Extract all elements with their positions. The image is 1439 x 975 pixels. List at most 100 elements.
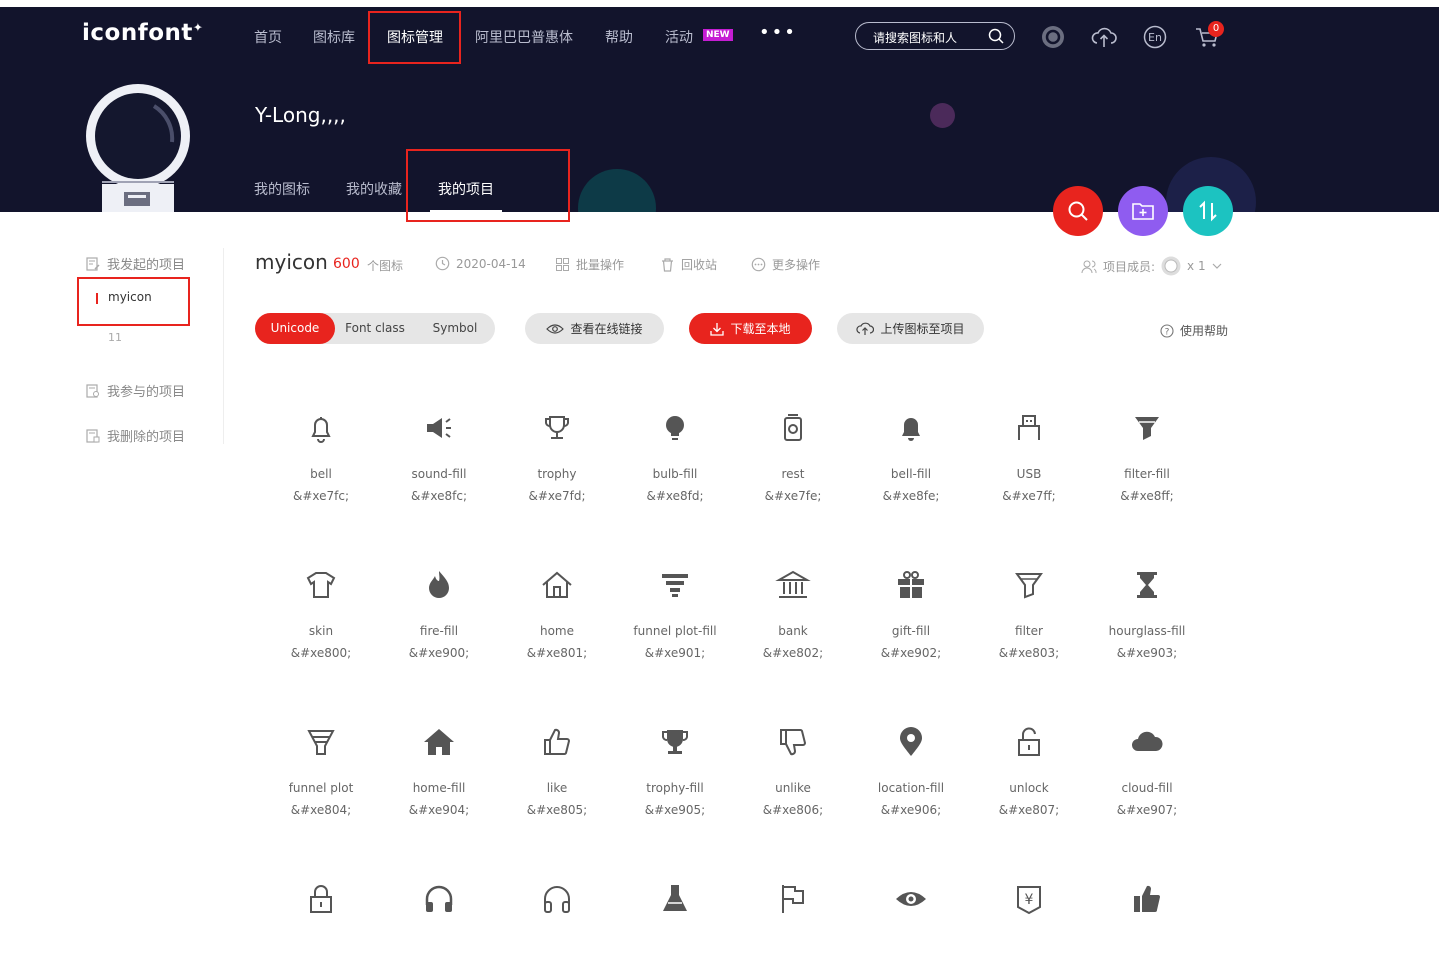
icon-name: USB (1016, 467, 1042, 481)
icon-unicode: &#xe7fd; (528, 489, 586, 503)
upload-cloud-icon[interactable] (1091, 25, 1117, 49)
nav-help[interactable]: 帮助 (605, 27, 633, 47)
icon-unicode: &#xe7fc; (292, 489, 350, 503)
search-icon[interactable] (988, 28, 1004, 44)
icon-card[interactable]: bulb-fill &#xe8fd; (616, 410, 734, 504)
mode-symbol[interactable]: Symbol (415, 313, 495, 344)
bell-fill-icon (893, 410, 929, 446)
icon-card[interactable]: home-fill &#xe904; (380, 724, 498, 818)
location-fill-icon (893, 724, 929, 760)
icon-card[interactable] (616, 881, 734, 975)
icon-name: rest (781, 467, 805, 481)
mode-unicode[interactable]: Unicode (255, 313, 335, 344)
icon-card[interactable]: trophy &#xe7fd; (498, 410, 616, 504)
recycle-bin-button[interactable]: 回收站 (660, 256, 717, 273)
upload-to-project-button[interactable]: 上传图标至项目 (837, 313, 984, 344)
members-label: 项目成员: (1103, 259, 1156, 274)
search-input[interactable]: 请搜索图标和人 (855, 22, 1015, 50)
icon-card[interactable]: filter &#xe803; (970, 567, 1088, 661)
icon-name: funnel plot-fill (633, 624, 717, 638)
icon-card[interactable] (1088, 881, 1206, 975)
document-edit-icon (86, 256, 100, 271)
icon-card[interactable]: bell &#xe7fc; (262, 410, 380, 504)
fab-search-button[interactable] (1053, 186, 1103, 236)
sidebar-deleted-projects[interactable]: 我删除的项目 (85, 426, 185, 445)
icon-card[interactable]: funnel plot &#xe804; (262, 724, 380, 818)
icon-card[interactable]: unlike &#xe806; (734, 724, 852, 818)
funnel-plot-fill-icon (657, 567, 693, 603)
nav-alibaba-font[interactable]: 阿里巴巴普惠体 (475, 27, 573, 47)
icon-name: filter (1015, 624, 1043, 638)
icon-name (498, 937, 616, 953)
icon-card[interactable]: ¥ (970, 881, 1088, 975)
icon-name: like (546, 781, 568, 795)
sidebar-participated-label: 我参与的项目 (107, 385, 186, 400)
icon-card[interactable]: rest &#xe7fe; (734, 410, 852, 504)
more-nav-icon[interactable]: ••• (759, 22, 797, 43)
icon-card[interactable]: skin &#xe800; (262, 567, 380, 661)
tab-my-favorites[interactable]: 我的收藏 (346, 179, 402, 199)
icon-name: trophy-fill (646, 781, 704, 795)
icon-unicode (498, 959, 616, 975)
icon-card[interactable] (852, 881, 970, 975)
fab-add-folder-button[interactable] (1118, 186, 1168, 236)
icon-card[interactable]: bell-fill &#xe8fe; (852, 410, 970, 504)
usage-help-link[interactable]: ? 使用帮助 (1160, 322, 1228, 339)
icon-unicode: &#xe904; (408, 803, 470, 817)
astronaut-avatar[interactable] (84, 82, 194, 212)
icon-card[interactable]: gift-fill &#xe902; (852, 567, 970, 661)
trophy-icon (539, 410, 575, 446)
language-en-icon[interactable]: En (1143, 25, 1167, 49)
home-icon (539, 567, 575, 603)
usage-help-label: 使用帮助 (1180, 324, 1229, 338)
mode-switcher: Unicode Font class Symbol (255, 313, 495, 344)
icon-card[interactable] (380, 881, 498, 975)
tab-my-icons[interactable]: 我的图标 (254, 179, 310, 199)
mode-font-class[interactable]: Font class (335, 313, 415, 344)
icon-card[interactable]: trophy-fill &#xe905; (616, 724, 734, 818)
icon-unicode (262, 959, 380, 975)
view-online-link-button[interactable]: 查看在线链接 (525, 313, 664, 344)
icon-card[interactable]: like &#xe805; (498, 724, 616, 818)
icon-card[interactable]: sound-fill &#xe8fc; (380, 410, 498, 504)
cloud-fill-icon (1129, 724, 1165, 760)
icon-card[interactable]: fire-fill &#xe900; (380, 567, 498, 661)
active-indicator (96, 293, 98, 304)
icon-card[interactable]: USB &#xe7ff; (970, 410, 1088, 504)
icon-name (380, 937, 498, 953)
icon-name: hourglass-fill (1108, 624, 1186, 638)
nav-icon-library[interactable]: 图标库 (313, 27, 355, 47)
icon-card[interactable]: cloud-fill &#xe907; (1088, 724, 1206, 818)
sidebar-participated-projects[interactable]: 我参与的项目 (85, 381, 185, 400)
user-avatar-icon[interactable] (1041, 25, 1065, 49)
icon-unicode: &#xe8fe; (882, 489, 940, 503)
icon-card[interactable]: unlock &#xe807; (970, 724, 1088, 818)
nav-activity[interactable]: 活动 (665, 27, 693, 47)
iconfont-logo[interactable]: iconfont✦ (82, 20, 203, 46)
batch-operation-button[interactable]: 批量操作 (555, 256, 624, 273)
icon-card[interactable] (262, 881, 380, 975)
icon-unicode (734, 959, 852, 975)
sidebar-deleted-label: 我删除的项目 (107, 430, 186, 445)
icon-card[interactable]: location-fill &#xe906; (852, 724, 970, 818)
fab-sort-button[interactable] (1183, 186, 1233, 236)
icon-card[interactable]: bank &#xe802; (734, 567, 852, 661)
sidebar-project-myicon[interactable]: myicon (96, 290, 152, 304)
icon-name: bank (778, 624, 808, 638)
icon-unicode (852, 959, 970, 975)
more-operations-button[interactable]: 更多操作 (751, 256, 820, 273)
more-circle-icon (751, 257, 766, 272)
icon-card[interactable]: hourglass-fill &#xe903; (1088, 567, 1206, 661)
profile-username: Y-Long,,,, (255, 103, 346, 127)
icon-card[interactable] (498, 881, 616, 975)
fire-fill-icon (421, 567, 457, 603)
download-local-button[interactable]: 下载至本地 (689, 313, 812, 344)
icon-card[interactable] (734, 881, 852, 975)
nav-home[interactable]: 首页 (254, 27, 282, 47)
icon-card[interactable]: filter-fill &#xe8ff; (1088, 410, 1206, 504)
sidebar-initiated-projects[interactable]: 我发起的项目 (85, 254, 185, 273)
icon-card[interactable]: funnel plot-fill &#xe901; (616, 567, 734, 661)
icon-card[interactable]: home &#xe801; (498, 567, 616, 661)
project-members[interactable]: 项目成员: x 1 (1081, 256, 1222, 276)
more-operations-label: 更多操作 (772, 258, 821, 272)
